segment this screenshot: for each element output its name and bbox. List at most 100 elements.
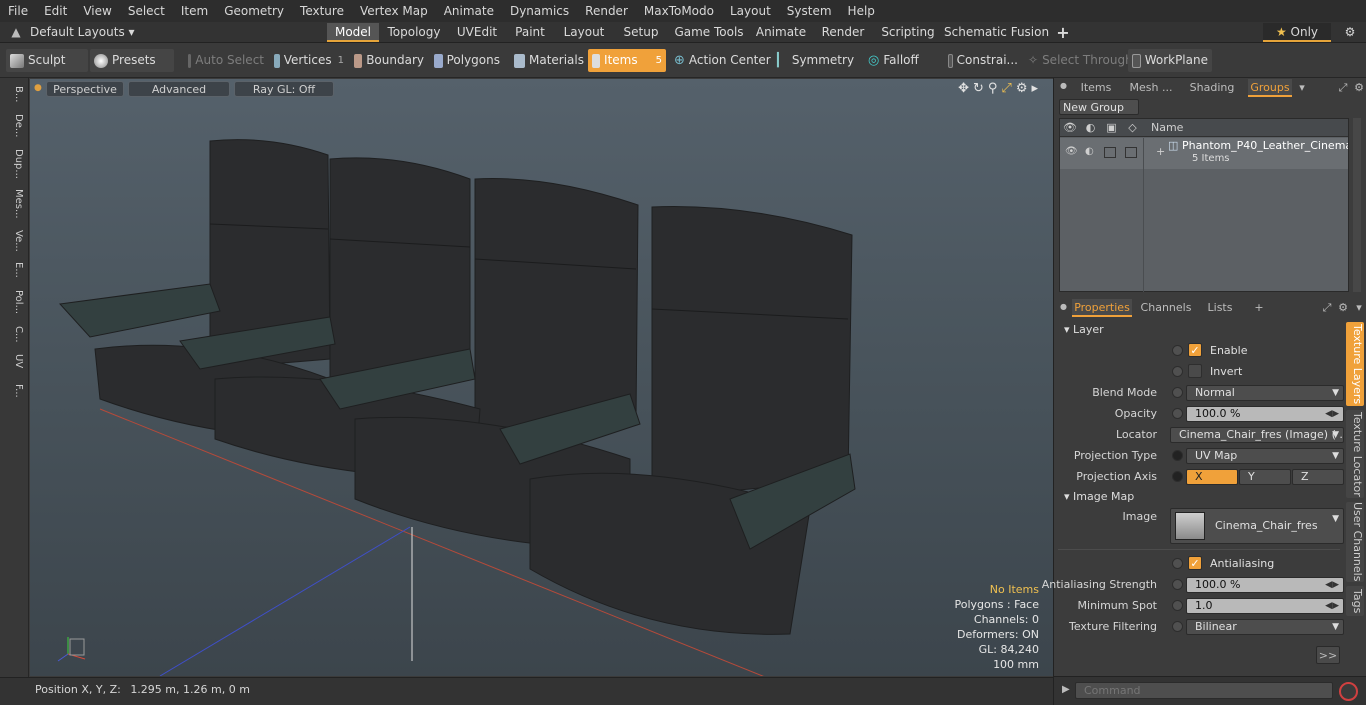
groups-gear-icon[interactable]: ⚙ [1352, 79, 1366, 97]
tab-channels[interactable]: Channels [1138, 299, 1194, 317]
side-tab-user-channels[interactable]: User Channels [1346, 502, 1364, 582]
tab-paint[interactable]: Paint [508, 23, 552, 42]
menu-item[interactable]: Item [173, 0, 216, 22]
gear-icon[interactable]: ⚙ [1340, 23, 1360, 42]
side-tab-texture-locator[interactable]: Texture Locator [1346, 410, 1364, 498]
symmetry-button[interactable]: ┃ Symmetry [770, 49, 860, 72]
enable-checkbox[interactable]: ✓ [1188, 343, 1202, 357]
menu-render[interactable]: Render [577, 0, 636, 22]
new-group-button[interactable]: New Group [1059, 99, 1139, 115]
layout-selector[interactable]: Default Layouts ▾ [30, 23, 135, 42]
tab-setup[interactable]: Setup [616, 23, 666, 42]
falloff-button[interactable]: ◎ Falloff [864, 49, 940, 72]
tab-uvedit[interactable]: UVEdit [449, 23, 505, 42]
left-tab-duplicate[interactable]: Dup... [4, 146, 24, 182]
sculpt-button[interactable]: Sculpt [6, 49, 88, 72]
menu-animate[interactable]: Animate [436, 0, 502, 22]
opacity-slider[interactable]: 100.0 % ◀▶ [1186, 406, 1344, 422]
tab-scripting[interactable]: Scripting [876, 23, 940, 42]
invert-anim-dot[interactable] [1172, 366, 1183, 377]
select-through-button[interactable]: ✧ Select Through [1024, 49, 1133, 72]
workplane-button[interactable]: WorkPlane [1128, 49, 1212, 72]
materials-button[interactable]: Materials [510, 49, 588, 72]
row-lock-checkbox[interactable] [1104, 147, 1116, 158]
fit-icon[interactable]: ⤢ [1001, 81, 1011, 96]
maximize-icon[interactable]: ⤢ [1336, 79, 1350, 97]
side-tab-tags[interactable]: Tags [1346, 586, 1364, 616]
view-mode-dropdown[interactable]: Perspective [46, 81, 124, 97]
min-spot-slider[interactable]: 1.0 ◀▶ [1186, 598, 1344, 614]
vertices-button[interactable]: Vertices 1 [270, 49, 348, 72]
left-tab-polygon[interactable]: Pol... [4, 284, 24, 320]
shading-dropdown[interactable]: Advanced [128, 81, 230, 97]
record-icon[interactable] [1339, 682, 1358, 701]
props-gear-icon[interactable]: ⚙ [1336, 299, 1350, 317]
tabs-dropdown-icon[interactable]: ▾ [1296, 79, 1308, 97]
add-tab-icon[interactable]: + [1052, 23, 1074, 42]
group-row[interactable]: 👁 ◐ + ◫ Phantom_P40_Leather_Cinema... 5 … [1060, 138, 1348, 169]
side-tab-texture-layers[interactable]: Texture Layers [1346, 322, 1364, 406]
row-eye-icon[interactable]: 👁 [1065, 146, 1078, 157]
presets-button[interactable]: Presets [90, 49, 174, 72]
left-tab-deform[interactable]: De... [4, 110, 24, 142]
min-spot-anim-dot[interactable] [1172, 600, 1183, 611]
tab-schematic-fusion[interactable]: Schematic Fusion [944, 23, 1049, 42]
blend-anim-dot[interactable] [1172, 387, 1183, 398]
expand-right-icon[interactable]: ▶ [1062, 684, 1070, 695]
group-list-scrollbar[interactable] [1353, 118, 1361, 292]
row-select-checkbox[interactable] [1125, 147, 1137, 158]
image-dropdown[interactable]: Cinema_Chair_fres ▼ [1170, 508, 1344, 544]
lock-column-icon[interactable]: ▣ [1101, 121, 1122, 134]
projection-type-dropdown[interactable]: UV Map ▼ [1186, 448, 1344, 464]
menu-maxtomodo[interactable]: MaxToModo [636, 0, 722, 22]
tab-lists[interactable]: Lists [1202, 299, 1238, 317]
antialiasing-anim-dot[interactable] [1172, 558, 1183, 569]
ray-gl-toggle[interactable]: Ray GL: Off [234, 81, 334, 97]
tab-animate[interactable]: Animate [752, 23, 810, 42]
left-tab-edge[interactable]: E... [4, 258, 24, 282]
boundary-button[interactable]: Boundary [350, 49, 428, 72]
viewport-gear-icon[interactable]: ⚙ [1016, 81, 1028, 96]
menu-texture[interactable]: Texture [292, 0, 352, 22]
visibility-column-eye-icon[interactable]: 👁 [1060, 121, 1080, 134]
zoom-icon[interactable]: ⚲ [988, 81, 998, 96]
left-tab-basic[interactable]: B... [4, 82, 24, 106]
menu-geometry[interactable]: Geometry [216, 0, 292, 22]
left-tab-vertex[interactable]: Ve... [4, 226, 24, 256]
tab-topology[interactable]: Topology [382, 23, 446, 42]
expand-right-icon[interactable]: ▸ [1031, 81, 1038, 96]
menu-system[interactable]: System [779, 0, 840, 22]
tab-groups[interactable]: Groups [1248, 79, 1292, 97]
projection-axis-anim-dot[interactable] [1172, 471, 1183, 482]
tab-game-tools[interactable]: Game Tools [669, 23, 749, 42]
aa-strength-anim-dot[interactable] [1172, 579, 1183, 590]
more-button[interactable]: >> [1316, 646, 1340, 664]
auto-select-button[interactable]: Auto Select [184, 49, 268, 72]
projection-type-anim-dot[interactable] [1172, 450, 1183, 461]
expand-plus-icon[interactable]: + [1156, 145, 1165, 158]
props-dropdown-icon[interactable]: ▾ [1352, 299, 1366, 317]
only-toggle[interactable]: ★ Only [1263, 23, 1331, 42]
tab-items[interactable]: Items [1078, 79, 1114, 97]
tab-model[interactable]: Model [327, 23, 379, 42]
row-render-icon[interactable]: ◐ [1085, 146, 1094, 157]
tex-filter-dropdown[interactable]: Bilinear ▼ [1186, 619, 1344, 635]
tab-layout[interactable]: Layout [555, 23, 613, 42]
command-input[interactable] [1075, 682, 1333, 699]
menu-view[interactable]: View [75, 0, 119, 22]
3d-viewport[interactable]: ● Perspective Advanced Ray GL: Off ✥ ↻ ⚲… [30, 79, 1053, 676]
tab-mesh[interactable]: Mesh ... [1126, 79, 1176, 97]
tab-properties[interactable]: Properties [1072, 299, 1132, 317]
blend-mode-dropdown[interactable]: Normal ▼ [1186, 385, 1344, 401]
image-map-section-header[interactable]: ▾ Image Map [1064, 490, 1134, 503]
left-tab-uv[interactable]: UV [4, 350, 24, 372]
layer-section-header[interactable]: ▾ Layer [1064, 323, 1104, 336]
select-column-icon[interactable]: ◇ [1122, 121, 1143, 134]
tab-render[interactable]: Render [813, 23, 873, 42]
polygons-button[interactable]: Polygons [430, 49, 504, 72]
layout-up-icon[interactable]: ▲ [6, 23, 26, 42]
constraints-button[interactable]: Constrai... [944, 49, 1022, 72]
antialiasing-checkbox[interactable]: ✓ [1188, 556, 1202, 570]
menu-dynamics[interactable]: Dynamics [502, 0, 577, 22]
left-tab-curve[interactable]: C... [4, 322, 24, 346]
